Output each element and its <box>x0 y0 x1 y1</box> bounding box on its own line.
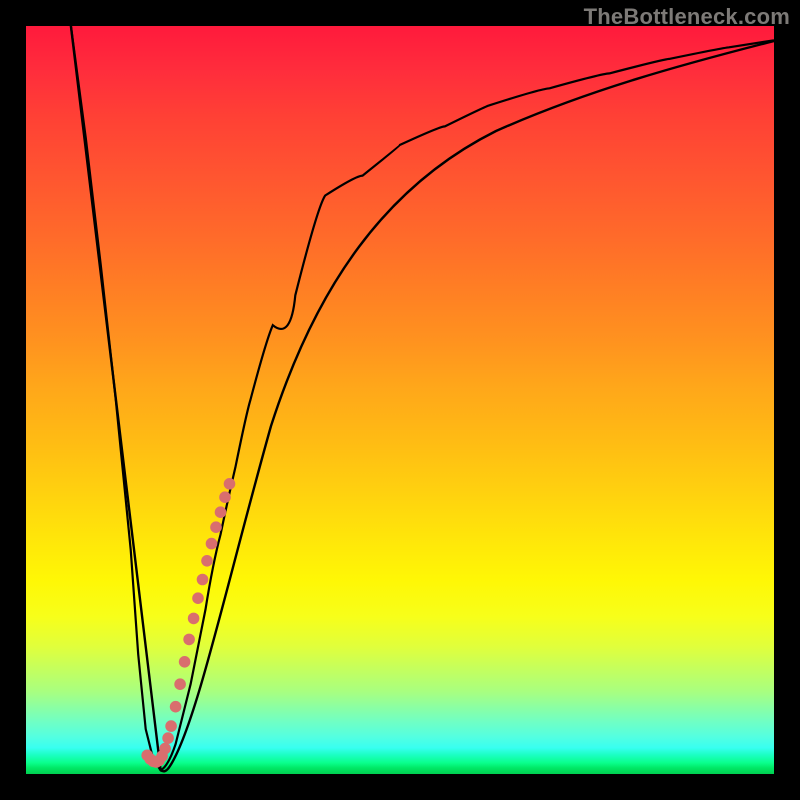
bottleneck-curve-smooth <box>71 26 774 771</box>
chart-outer-frame: TheBottleneck.com <box>0 0 800 800</box>
chart-svg <box>26 26 774 774</box>
bottleneck-main-curve <box>71 26 774 770</box>
watermark-label: TheBottleneck.com <box>584 4 790 30</box>
chart-plot-area <box>26 26 774 774</box>
